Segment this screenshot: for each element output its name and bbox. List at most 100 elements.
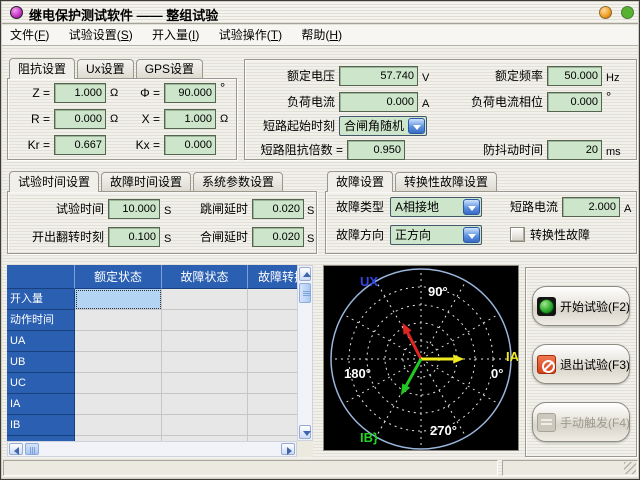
tab-system-params[interactable]: 系统参数设置 [193, 172, 283, 192]
table-cell[interactable] [162, 373, 248, 394]
chevron-down-icon[interactable] [463, 199, 480, 215]
rated-frequency-field[interactable]: 50.000 [547, 66, 602, 86]
table-cell[interactable] [162, 352, 248, 373]
x-label: X = [120, 109, 160, 129]
r-label: R = [14, 109, 50, 129]
menu-help[interactable]: 帮助(H) [293, 25, 350, 46]
table-cell[interactable] [75, 331, 162, 352]
short-current-unit: A [624, 199, 631, 219]
load-current-field[interactable]: 0.000 [339, 92, 418, 112]
scroll-down-button[interactable] [299, 425, 311, 439]
rated-voltage-field[interactable]: 57.740 [339, 66, 418, 86]
phasor-vector [406, 359, 421, 386]
chevron-down-icon[interactable] [408, 118, 425, 134]
menu-test-operation[interactable]: 试验操作(T) [211, 25, 290, 46]
phasor-label-0: 0° [491, 366, 503, 381]
table-cell[interactable] [75, 373, 162, 394]
tab-convertible-fault-settings[interactable]: 转换性故障设置 [395, 172, 497, 192]
fault-type-label: 故障类型 [332, 197, 384, 217]
table-cell[interactable] [248, 289, 297, 310]
kx-field[interactable]: 0.000 [164, 135, 216, 155]
table-horizontal-scrollbar[interactable] [7, 441, 297, 457]
table-cell[interactable] [162, 415, 248, 436]
table-cell[interactable] [248, 394, 297, 415]
load-phase-field[interactable]: 0.000 [547, 92, 602, 112]
table-cell[interactable] [162, 289, 248, 310]
menu-file[interactable]: 文件(F) [2, 25, 57, 46]
table-row: IA [7, 394, 297, 415]
table-cell[interactable] [248, 310, 297, 331]
short-start-dropdown[interactable]: 合闸角随机 [339, 116, 427, 136]
tab-ux-settings[interactable]: Ux设置 [77, 59, 134, 79]
exit-test-button[interactable]: 退出试验(F3) [532, 344, 630, 384]
row-header: UA [7, 331, 75, 352]
table-cell[interactable] [162, 331, 248, 352]
short-current-field[interactable]: 2.000 [562, 197, 620, 217]
scroll-up-button[interactable] [299, 267, 311, 281]
table-cell[interactable] [248, 331, 297, 352]
table-cell-selected[interactable] [75, 289, 162, 310]
status-bar-left [3, 460, 498, 476]
r-field[interactable]: 0.000 [54, 109, 106, 129]
tab-fault-settings[interactable]: 故障设置 [327, 171, 393, 192]
thumb-grip-icon [303, 291, 311, 297]
table-row: 开入量 [7, 289, 297, 310]
start-test-button[interactable]: 开始试验(F2) [532, 286, 630, 326]
menu-bar: 文件(F) 试验设置(S) 开入量(I) 试验操作(T) 帮助(H) [2, 25, 638, 46]
arrow-left-icon [14, 447, 19, 455]
table-cell[interactable] [75, 415, 162, 436]
action-button-panel: 开始试验(F2) 退出试验(F3) 手动触发(F4) [525, 267, 637, 457]
tab-gps-settings[interactable]: GPS设置 [136, 59, 203, 79]
scroll-left-button[interactable] [9, 443, 23, 455]
test-time-label: 试验时间 [12, 199, 104, 219]
trip-delay-field[interactable]: 0.020 [252, 199, 304, 219]
debounce-field[interactable]: 20 [547, 140, 602, 160]
fault-panel: 故障类型 A相接地 短路电流 2.000 A 故障方向 正方向 转换性故障 [325, 191, 637, 254]
table-cell[interactable] [248, 373, 297, 394]
tab-test-time[interactable]: 试验时间设置 [9, 171, 99, 192]
table-row: 动作时间 [7, 310, 297, 331]
table-cell[interactable] [75, 352, 162, 373]
close-delay-label: 合闸延时 [168, 227, 248, 247]
table-vertical-scrollbar[interactable] [297, 265, 313, 441]
row-header: 开入量 [7, 289, 75, 310]
horizontal-scroll-thumb[interactable] [25, 443, 39, 455]
x-field[interactable]: 1.000 [164, 109, 216, 129]
table-cell[interactable] [75, 310, 162, 331]
tab-fault-time[interactable]: 故障时间设置 [101, 172, 191, 192]
menu-test-settings[interactable]: 试验设置(S) [61, 25, 141, 46]
z-label: Z = [14, 83, 50, 103]
impedance-multiple-field[interactable]: 0.950 [347, 140, 405, 160]
title-bar[interactable]: 继电保护测试软件 —— 整组试验 [2, 2, 638, 24]
table-cell[interactable] [162, 394, 248, 415]
table-cell[interactable] [75, 394, 162, 415]
table-cell[interactable] [248, 415, 297, 436]
table-cell[interactable] [162, 310, 248, 331]
fault-direction-dropdown[interactable]: 正方向 [390, 225, 482, 245]
test-time-field[interactable]: 10.000 [108, 199, 160, 219]
table-cell[interactable] [248, 352, 297, 373]
row-header: IA [7, 394, 75, 415]
vertical-scroll-thumb[interactable] [299, 283, 311, 303]
chevron-down-icon[interactable] [463, 227, 480, 243]
table-row: UB [7, 352, 297, 373]
minimize-button[interactable] [599, 6, 612, 19]
menu-binary-input[interactable]: 开入量(I) [144, 25, 207, 46]
load-current-label: 负荷电流 [249, 92, 335, 112]
time-tabstrip: 试验时间设置故障时间设置系统参数设置 [9, 171, 285, 192]
phasor-label-ux: UX [360, 274, 378, 289]
scroll-right-button[interactable] [281, 443, 295, 455]
start-test-label: 开始试验(F2) [560, 298, 630, 315]
kr-field[interactable]: 0.667 [54, 135, 106, 155]
fault-type-dropdown[interactable]: A相接地 [390, 197, 482, 217]
phi-field[interactable]: 90.000 [164, 83, 216, 103]
close-delay-unit: S [307, 229, 314, 249]
convertible-fault-checkbox[interactable] [510, 227, 525, 242]
z-field[interactable]: 1.000 [54, 83, 106, 103]
short-start-label: 短路起始时刻 [249, 116, 335, 136]
close-delay-field[interactable]: 0.020 [252, 227, 304, 247]
tab-impedance-settings[interactable]: 阻抗设置 [9, 58, 75, 79]
resize-grip[interactable] [624, 462, 636, 474]
flip-time-field[interactable]: 0.100 [108, 227, 160, 247]
close-button[interactable] [621, 6, 634, 19]
